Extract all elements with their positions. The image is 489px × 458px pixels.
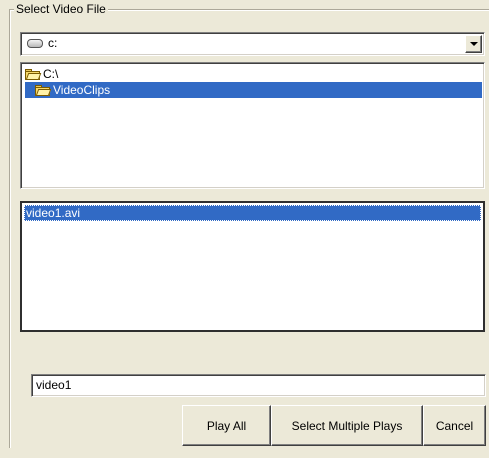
group-title: Select Video File [14, 2, 108, 16]
drive-dropdown-button[interactable] [465, 35, 482, 53]
drive-label: c: [48, 36, 58, 50]
file-item-video1[interactable]: video1.avi [24, 205, 481, 221]
drive-select[interactable]: c: [20, 32, 485, 56]
file-list[interactable]: video1.avi [20, 201, 485, 332]
video-file-dialog: Select Video File c: C:\ VideoClips vide… [0, 0, 489, 458]
directory-item-root[interactable]: C:\ [25, 66, 482, 82]
directory-item-label: VideoClips [53, 83, 111, 97]
directory-list[interactable]: C:\ VideoClips [20, 62, 485, 189]
chevron-down-icon [470, 42, 478, 46]
filename-value: video1 [36, 378, 72, 392]
select-multiple-plays-button[interactable]: Select Multiple Plays [271, 405, 423, 446]
filename-field[interactable]: video1 [31, 374, 486, 397]
open-folder-icon [35, 84, 52, 96]
play-all-button[interactable]: Play All [182, 405, 271, 446]
drive-value: c: [27, 36, 57, 50]
directory-item-label: C:\ [43, 67, 59, 81]
cancel-button[interactable]: Cancel [423, 405, 486, 446]
hard-drive-icon [27, 38, 43, 48]
directory-item-videoclips[interactable]: VideoClips [25, 82, 482, 98]
open-folder-icon [25, 68, 42, 80]
